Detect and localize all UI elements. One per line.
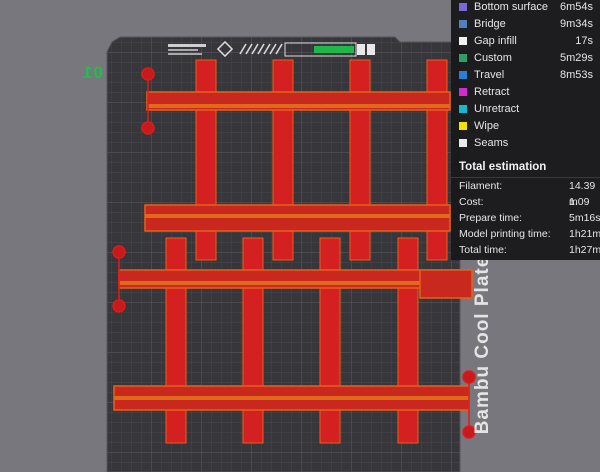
estimation-label: Total time: <box>459 244 507 256</box>
legend-time: 6m54s <box>559 1 593 13</box>
legend-label: Gap infill <box>474 35 517 47</box>
estimation-label: Filament: <box>459 180 503 192</box>
legend-item-custom[interactable]: Custom 5m29s <box>459 50 595 66</box>
estimation-value: 1h21m <box>569 228 600 240</box>
legend-item-bottom-surface[interactable]: Bottom surface 6m54s <box>459 0 595 15</box>
legend-item-travel[interactable]: Travel 8m53s <box>459 67 595 83</box>
legend-label: Unretract <box>474 103 520 115</box>
estimation-row-filament: Filament: 14.39 m <box>459 178 598 208</box>
legend-label: Travel <box>474 69 505 81</box>
estimation-label: Prepare time: <box>459 212 523 224</box>
estimation-value: 5m16s <box>569 212 600 224</box>
estimation-value: 1.09 <box>569 196 590 208</box>
color-swatch <box>459 20 467 28</box>
legend-item-unretract[interactable]: Unretract <box>459 101 595 117</box>
legend-label: Wipe <box>474 120 500 132</box>
legend-label: Custom <box>474 52 512 64</box>
legend-label: Retract <box>474 86 510 98</box>
legend-item-seams[interactable]: Seams <box>459 135 595 151</box>
color-swatch <box>459 122 467 130</box>
estimation-label: Cost: <box>459 196 484 208</box>
color-swatch <box>459 71 467 79</box>
color-swatch <box>459 37 467 45</box>
color-swatch <box>459 54 467 62</box>
total-estimation-title: Total estimation <box>459 161 547 173</box>
legend-time: 9m34s <box>559 18 593 30</box>
legend-label: Bottom surface <box>474 1 548 13</box>
estimation-label: Model printing time: <box>459 228 551 240</box>
legend-time: 17s <box>575 35 593 47</box>
legend-time: 5m29s <box>559 52 593 64</box>
color-swatch <box>459 3 467 11</box>
legend-label: Seams <box>474 137 509 149</box>
color-swatch <box>459 105 467 113</box>
legend-item-wipe[interactable]: Wipe <box>459 118 595 134</box>
estimation-row-total-time: Total time: 1h27m <box>459 242 600 258</box>
legend-item-gap-infill[interactable]: Gap infill 17s <box>459 33 595 49</box>
plate-brand-text: Bambu Cool Plate <box>472 256 493 435</box>
legend-item-bridge[interactable]: Bridge 9m34s <box>459 16 595 32</box>
estimation-value: 1h27m <box>569 244 600 256</box>
estimation-row-model-printing-time: Model printing time: 1h21m <box>459 226 600 242</box>
gcode-legend-panel: Bottom surface 6m54s Bridge 9m34s Gap in… <box>451 0 600 260</box>
estimation-row-cost: Cost: 1.09 <box>459 194 598 210</box>
legend-item-retract[interactable]: Retract <box>459 84 595 100</box>
estimation-row-prepare-time: Prepare time: 5m16s <box>459 210 600 226</box>
legend-label: Bridge <box>474 18 506 30</box>
legend-time: 8m53s <box>559 69 593 81</box>
plate-number-label: 01 <box>82 63 103 82</box>
color-swatch <box>459 88 467 96</box>
color-swatch <box>459 139 467 147</box>
